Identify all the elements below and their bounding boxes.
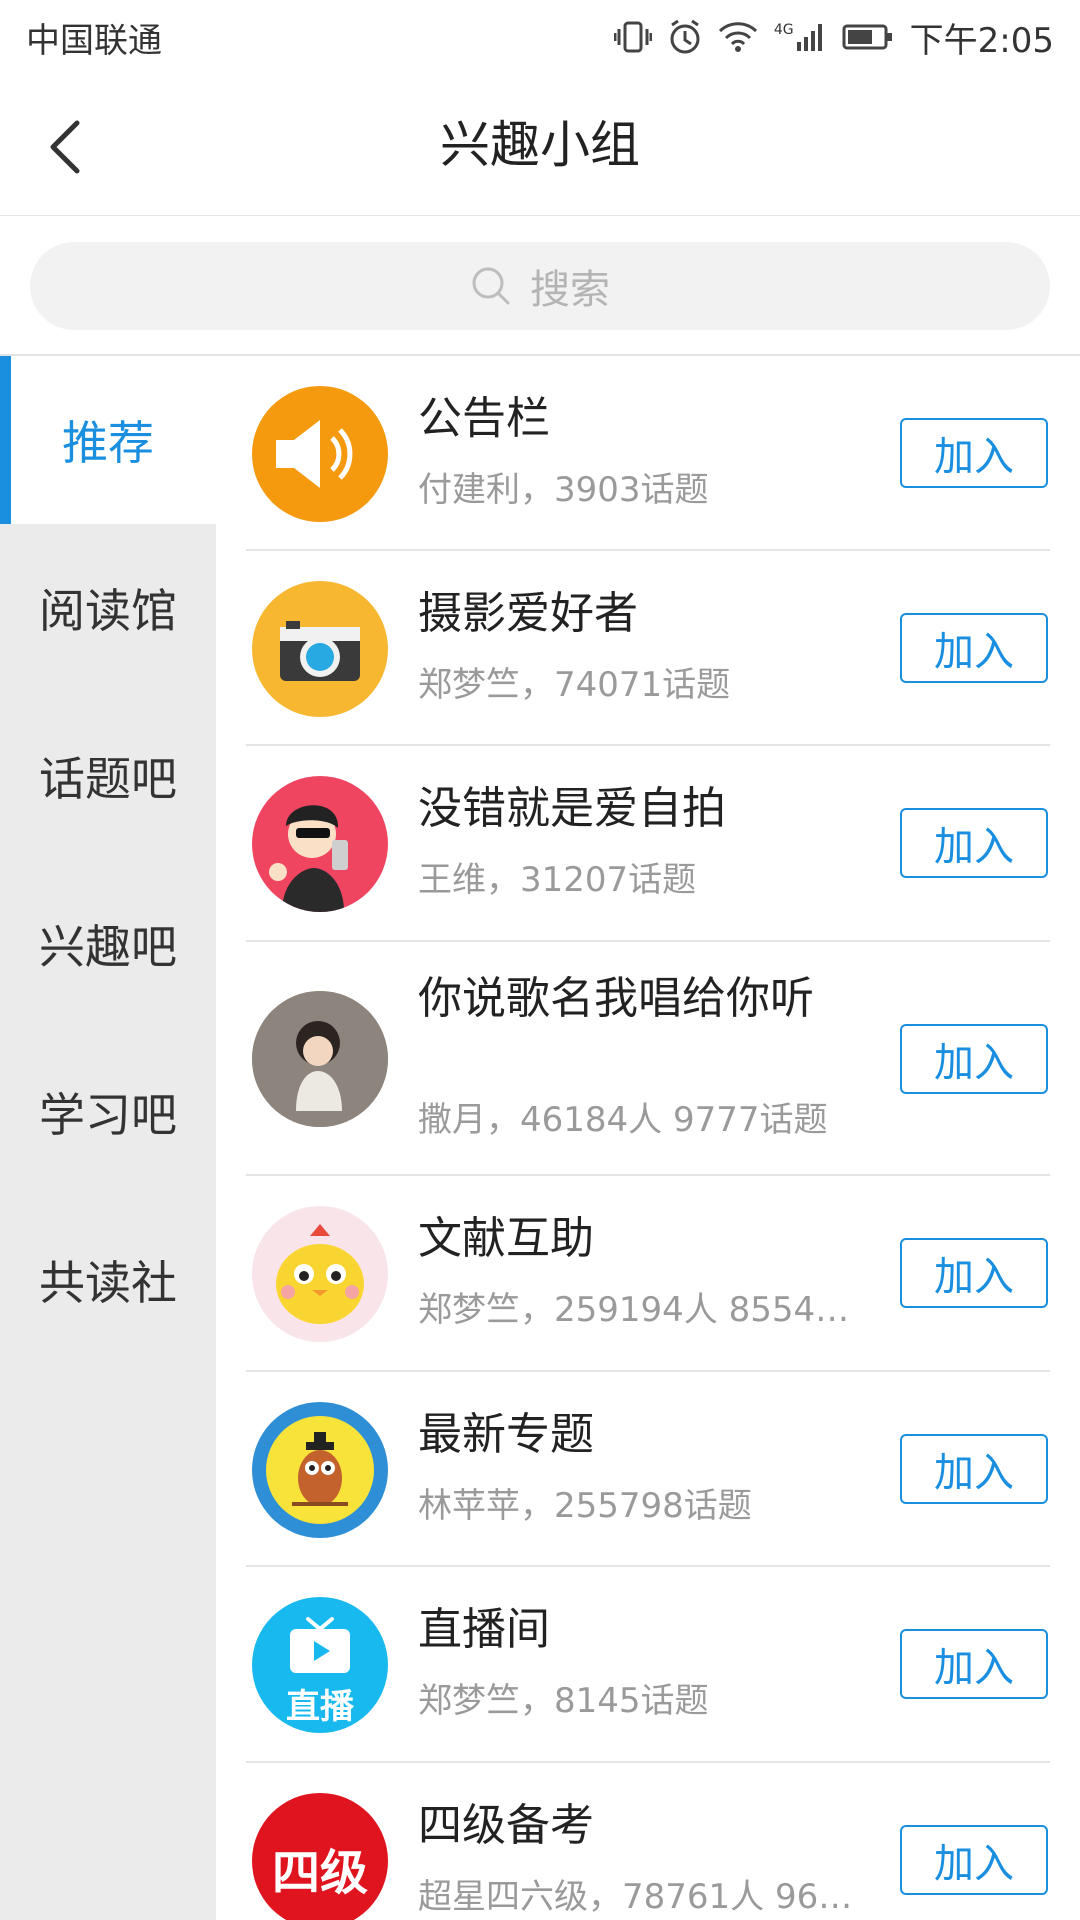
list-item[interactable]: 公告栏 付建利，3903话题 加入 bbox=[216, 356, 1080, 551]
sidebar-item-study-bar[interactable]: 学习吧 bbox=[0, 1028, 216, 1196]
selfie-avatar bbox=[252, 776, 388, 912]
group-meta: 林苹苹，255798话题 bbox=[418, 1486, 752, 1526]
tv-icon: 直播 bbox=[252, 1597, 388, 1733]
signal-icon: 4G bbox=[774, 22, 826, 52]
sidebar-item-reading-hall[interactable]: 阅读馆 bbox=[0, 524, 216, 692]
group-meta: 王维，31207话题 bbox=[418, 860, 697, 900]
search-icon bbox=[472, 267, 510, 305]
vibrate-icon bbox=[613, 19, 652, 55]
sidebar-item-topic-bar[interactable]: 话题吧 bbox=[0, 692, 216, 860]
cet4-icon-label: 四级 bbox=[271, 1845, 368, 1901]
status-bar: 中国联通 4G 下午2:05 bbox=[0, 0, 1080, 74]
child-photo-avatar bbox=[252, 991, 388, 1127]
group-meta: 撒月，46184人 9777话题 bbox=[418, 1100, 828, 1140]
join-button[interactable]: 加入 bbox=[900, 1629, 1048, 1699]
chick-avatar bbox=[252, 1206, 388, 1342]
search-placeholder: 搜索 bbox=[530, 267, 610, 313]
time-label: 下午2:05 bbox=[909, 20, 1054, 61]
list-item[interactable]: 没错就是爱自拍 王维，31207话题 加入 bbox=[216, 746, 1080, 942]
cet4-icon: 四级 bbox=[252, 1793, 388, 1920]
speaker-icon bbox=[252, 386, 388, 522]
status-icons: 4G 下午2:05 bbox=[613, 13, 1054, 62]
group-meta: 郑梦竺，259194人 85540… bbox=[418, 1290, 858, 1330]
group-name: 没错就是爱自拍 bbox=[418, 783, 726, 834]
search-input[interactable]: 搜索 bbox=[30, 242, 1050, 330]
app-header: 兴趣小组 bbox=[0, 74, 1080, 216]
page-title: 兴趣小组 bbox=[440, 116, 640, 174]
group-name: 你说歌名我唱给你听 bbox=[418, 973, 814, 1024]
wifi-icon bbox=[718, 21, 758, 53]
list-item[interactable]: 四级 四级备考 超星四六级，78761人 96… 加入 bbox=[216, 1763, 1080, 1920]
group-meta: 郑梦竺，74071话题 bbox=[418, 665, 731, 705]
owl-avatar bbox=[252, 1402, 388, 1538]
join-button[interactable]: 加入 bbox=[900, 1024, 1048, 1094]
list-item[interactable]: 文献互助 郑梦竺，259194人 85540… 加入 bbox=[216, 1176, 1080, 1372]
camera-icon bbox=[252, 581, 388, 717]
group-name: 直播间 bbox=[418, 1604, 550, 1655]
sidebar-item-reading-club[interactable]: 共读社 bbox=[0, 1196, 216, 1364]
group-meta: 超星四六级，78761人 96… bbox=[418, 1877, 853, 1917]
group-name: 文献互助 bbox=[418, 1213, 594, 1264]
category-sidebar: 推荐 阅读馆 话题吧 兴趣吧 学习吧 共读社 bbox=[0, 356, 216, 1920]
group-meta: 郑梦竺，8145话题 bbox=[418, 1681, 709, 1721]
search-bar: 搜索 bbox=[0, 216, 1080, 356]
group-name: 公告栏 bbox=[418, 393, 550, 444]
join-button[interactable]: 加入 bbox=[900, 1238, 1048, 1308]
battery-icon bbox=[842, 23, 894, 51]
alarm-icon bbox=[668, 19, 702, 55]
list-item[interactable]: 最新专题 林苹苹，255798话题 加入 bbox=[216, 1372, 1080, 1567]
group-name: 摄影爱好者 bbox=[418, 588, 638, 639]
group-name: 最新专题 bbox=[418, 1409, 594, 1460]
join-button[interactable]: 加入 bbox=[900, 1434, 1048, 1504]
join-button[interactable]: 加入 bbox=[900, 613, 1048, 683]
group-name: 四级备考 bbox=[418, 1800, 594, 1851]
join-button[interactable]: 加入 bbox=[900, 418, 1048, 488]
carrier-label: 中国联通 bbox=[26, 20, 162, 61]
join-button[interactable]: 加入 bbox=[900, 808, 1048, 878]
sidebar-item-interest-bar[interactable]: 兴趣吧 bbox=[0, 860, 216, 1028]
list-item[interactable]: 你说歌名我唱给你听 撒月，46184人 9777话题 加入 bbox=[216, 942, 1080, 1176]
group-list: 公告栏 付建利，3903话题 加入 摄影爱好者 郑梦竺，74071话题 加入 没… bbox=[216, 356, 1080, 1920]
list-item[interactable]: 摄影爱好者 郑梦竺，74071话题 加入 bbox=[216, 551, 1080, 746]
group-meta: 付建利，3903话题 bbox=[418, 470, 709, 510]
join-button[interactable]: 加入 bbox=[900, 1825, 1048, 1895]
tv-icon-label: 直播 bbox=[286, 1687, 354, 1727]
list-item[interactable]: 直播 直播间 郑梦竺，8145话题 加入 bbox=[216, 1567, 1080, 1763]
sidebar-item-recommend[interactable]: 推荐 bbox=[0, 356, 216, 524]
